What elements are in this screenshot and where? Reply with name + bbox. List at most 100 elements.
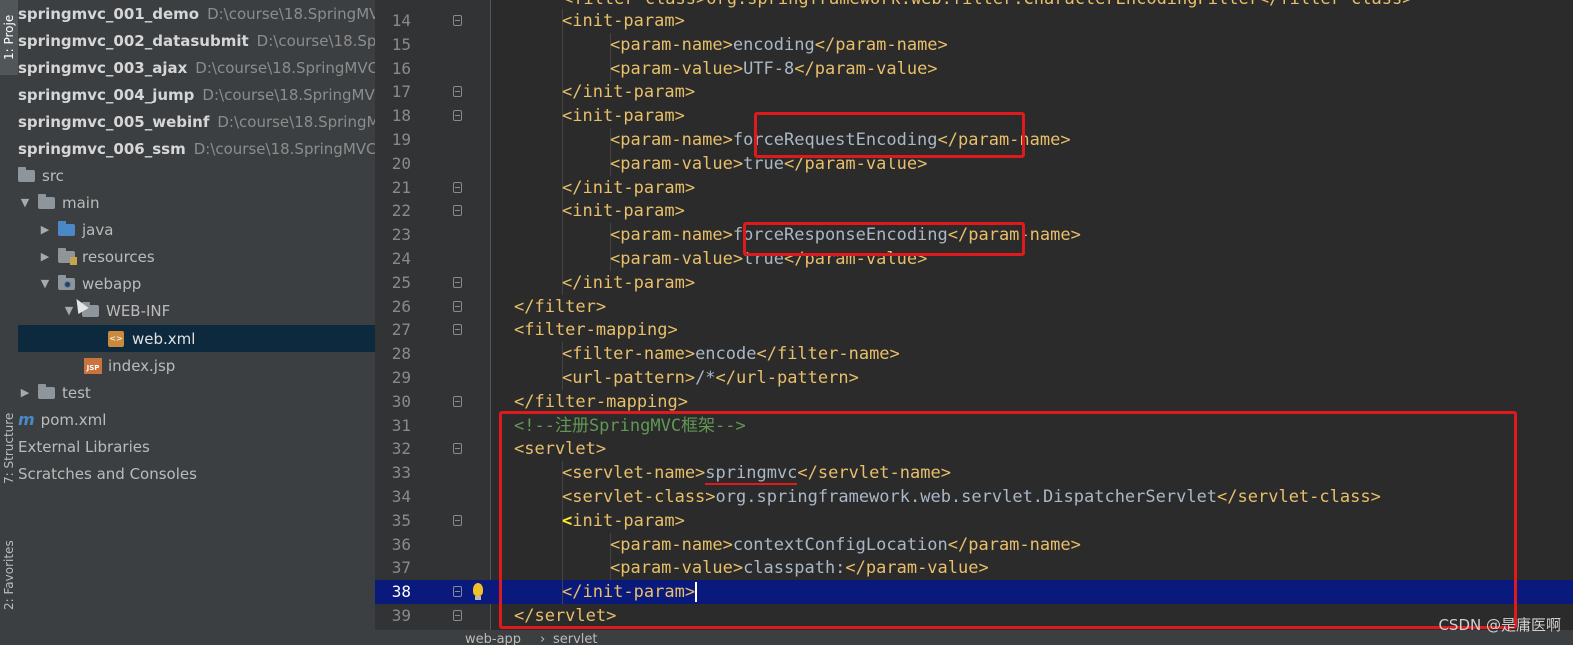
tree-file-web-xml[interactable]: <> web.xml [18, 325, 375, 352]
code-line[interactable]: 17 </init-param> [375, 80, 1573, 105]
tree-folder-webapp[interactable]: ▼ webapp [18, 270, 375, 297]
tree-module-row[interactable]: springmvc_001_demo D:\course\18.SpringMV… [18, 0, 375, 27]
tree-folder-resources[interactable]: ▶ resources [18, 243, 375, 270]
code-line[interactable]: 36 <param-name>contextConfigLocation</par… [375, 532, 1573, 557]
line-number: 37 [391, 558, 411, 578]
code-text: <servlet-class>org.springframework.web.s… [562, 485, 1381, 509]
tree-file-pom-xml[interactable]: m pom.xml [18, 406, 375, 433]
expand-arrow-icon[interactable]: ▼ [18, 196, 32, 209]
fold-marker-icon[interactable] [453, 324, 462, 336]
collapse-arrow-icon[interactable]: ▶ [18, 386, 32, 399]
xml-text-value: classpath: [743, 558, 846, 579]
code-line[interactable]: 37 <param-value>classpath:</param-value> [375, 556, 1573, 581]
tree-label: External Libraries [18, 437, 150, 456]
code-editor[interactable]: <filter-class>org.springframework.web.fi… [375, 0, 1573, 645]
expand-arrow-icon[interactable]: ▼ [38, 277, 52, 290]
tree-folder-src[interactable]: src [18, 162, 375, 189]
code-line[interactable]: 19 <param-name>forceRequestEncoding</para… [375, 128, 1573, 152]
code-line[interactable]: 30 </filter-mapping> [375, 390, 1573, 414]
tree-module-row[interactable]: springmvc_004_jump D:\course\18.SpringMV… [18, 81, 375, 108]
code-line[interactable]: 35 <init-param> [375, 508, 1573, 533]
fold-marker-icon[interactable] [453, 300, 462, 312]
fold-marker-icon[interactable] [453, 586, 462, 598]
collapse-arrow-icon[interactable]: ▶ [38, 223, 52, 236]
breadcrumb-item-web-app[interactable]: web-app [465, 632, 521, 645]
code-line[interactable]: 16 <param-value>UTF-8</param-value> [375, 56, 1573, 81]
line-number: 36 [391, 534, 411, 554]
xml-text-value: encode [695, 344, 757, 365]
code-line[interactable]: 38 </init-param> [375, 580, 1573, 605]
tree-folder-test[interactable]: ▶ test [18, 379, 375, 406]
intention-bulb-icon[interactable] [473, 583, 483, 601]
xml-text-value: forceResponseEncoding [732, 225, 948, 246]
fold-marker-icon[interactable] [453, 514, 462, 526]
fold-marker-icon[interactable] [453, 15, 462, 26]
breadcrumb-item-servlet[interactable]: servlet [553, 632, 598, 645]
code-line[interactable]: 20 <param-value>true</param-value> [375, 151, 1573, 176]
tree-module-row[interactable]: springmvc_006_ssm D:\course\18.SpringMVC… [18, 135, 375, 162]
xml-tag: <param-value> [610, 558, 744, 579]
fold-marker-icon[interactable] [453, 276, 462, 288]
xml-tag: </url-pattern> [715, 368, 859, 388]
tree-external-libraries[interactable]: External Libraries [18, 433, 375, 460]
tree-module-row[interactable]: springmvc_002_datasubmit D:\course\18.Sp… [18, 27, 375, 54]
code-line[interactable]: 15 <param-name>encoding</param-name> [375, 32, 1573, 57]
collapse-arrow-icon[interactable]: ▶ [38, 250, 52, 263]
fold-marker-icon[interactable] [453, 181, 462, 193]
structure-tool-tab[interactable]: 7: Structure [0, 398, 18, 498]
fold-marker-icon[interactable] [453, 110, 462, 122]
tree-folder-java[interactable]: ▶ java [18, 216, 375, 243]
line-number: 14 [391, 11, 411, 30]
project-tool-tab[interactable]: 1: Proje [0, 0, 18, 75]
code-line[interactable]: 39 </servlet> [375, 604, 1573, 628]
code-line[interactable]: 21 </init-param> [375, 175, 1573, 200]
code-line[interactable]: 24 <param-value>true</param-value> [375, 247, 1573, 271]
code-text: <url-pattern>/*</url-pattern> [562, 366, 859, 390]
xml-tag: <param-name> [610, 130, 733, 150]
code-text: <filter-mapping> [514, 318, 678, 342]
line-number: 15 [391, 34, 411, 54]
xml-tag: </init-param> [562, 82, 696, 103]
xml-text-value: springmvc [705, 463, 798, 486]
line-number: 32 [391, 439, 411, 459]
fold-marker-icon[interactable] [453, 443, 462, 455]
code-line[interactable]: 23 <param-name>forceResponseEncoding</par… [375, 223, 1573, 248]
fold-marker-icon[interactable] [453, 86, 462, 98]
code-text: <!--注册SpringMVC框架--> [514, 414, 746, 438]
code-line[interactable]: 18 <init-param> [375, 104, 1573, 129]
favorites-tool-tab-label: 2: Favorites [2, 540, 16, 610]
code-line[interactable]: 32 <servlet> [375, 437, 1573, 461]
favorites-tool-tab[interactable]: 2: Favorites [0, 520, 18, 630]
xml-text-value: org.springframework.web.servlet.Dispatch… [715, 487, 1218, 507]
text-caret [695, 582, 698, 603]
fold-marker-icon[interactable] [453, 610, 462, 621]
xml-tag: </param-value> [784, 153, 928, 174]
tree-scratches-consoles[interactable]: Scratches and Consoles [18, 460, 375, 487]
code-line[interactable]: 27 <filter-mapping> [375, 318, 1573, 342]
xml-tag: <servlet-class> [562, 487, 716, 507]
code-line[interactable]: 31 <!--注册SpringMVC框架--> [375, 414, 1573, 438]
code-line[interactable]: 29 <url-pattern>/*</url-pattern> [375, 366, 1573, 390]
fold-marker-icon[interactable] [453, 205, 462, 217]
xml-tag: </filter> [514, 296, 607, 317]
code-line[interactable]: 25 </init-param> [375, 270, 1573, 295]
code-line[interactable]: 33 <servlet-name>springmvc</servlet-name> [375, 461, 1573, 486]
tree-folder-main[interactable]: ▼ main [18, 189, 375, 216]
code-line[interactable]: 28 <filter-name>encode</filter-name> [375, 342, 1573, 367]
code-line[interactable]: 22 <init-param> [375, 199, 1573, 224]
code-line[interactable]: 14 <init-param> [375, 9, 1573, 33]
xml-text-value: UTF-8 [743, 58, 795, 79]
module-name: springmvc_001_demo [18, 4, 200, 23]
code-text: </init-param> [562, 80, 695, 104]
tree-label: index.jsp [108, 356, 176, 375]
tree-module-row[interactable]: springmvc_003_ajax D:\course\18.SpringMV… [18, 54, 375, 81]
tree-label: Scratches and Consoles [18, 464, 197, 483]
module-name: springmvc_002_datasubmit [18, 31, 249, 50]
tree-module-row[interactable]: springmvc_005_webinf D:\course\18.Spring… [18, 108, 375, 135]
fold-marker-icon[interactable] [453, 395, 462, 407]
code-line[interactable]: 26 </filter> [375, 295, 1573, 319]
code-text: </filter> [514, 295, 606, 319]
code-line[interactable]: 34 <servlet-class>org.springframework.web… [375, 485, 1573, 509]
tree-file-index-jsp[interactable]: JSP index.jsp [18, 352, 375, 379]
line-number: 38 [391, 582, 411, 602]
